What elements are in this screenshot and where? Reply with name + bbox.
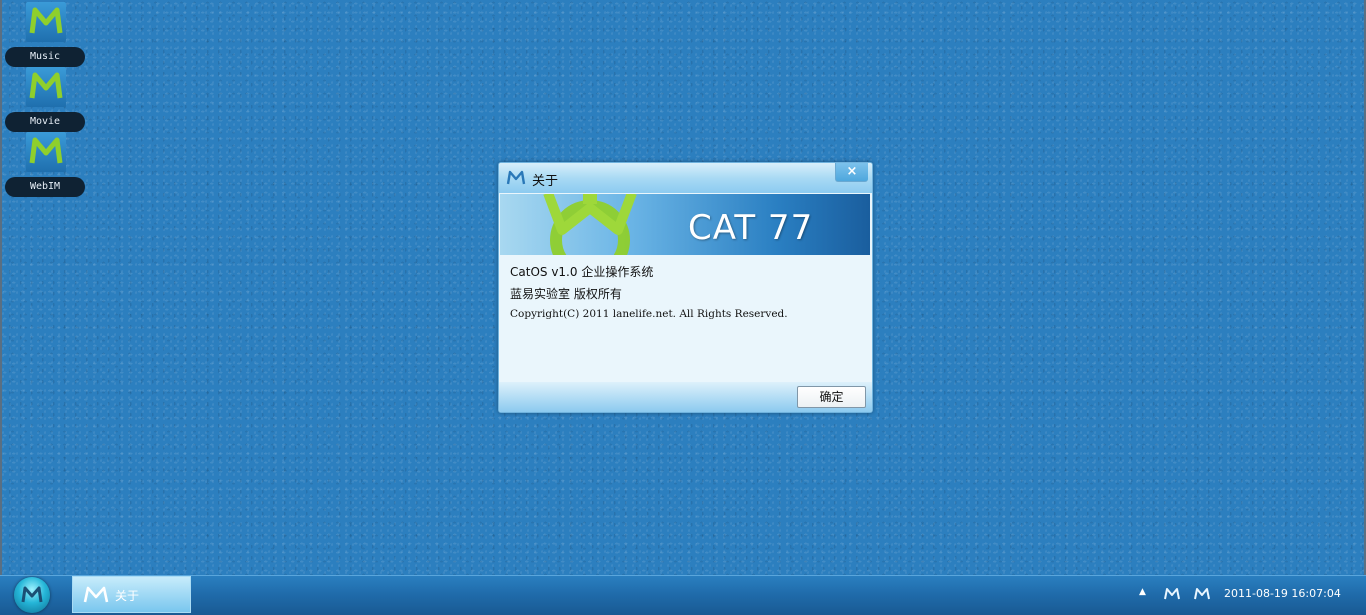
tray-m-logo-icon[interactable] [1193, 587, 1211, 601]
dialog-banner: CAT 77 [500, 194, 870, 255]
close-button[interactable]: × [835, 163, 868, 182]
taskbar-item-label: 关于 [115, 589, 140, 603]
desktop-icon-movie[interactable]: Movie [5, 67, 85, 132]
start-button[interactable] [14, 577, 50, 613]
taskbar-item-about[interactable]: 关于 [72, 576, 191, 613]
dialog-footer: 确定 [499, 382, 872, 412]
desktop-icon-label: WebIM [5, 177, 85, 197]
banner-title: CAT 77 [688, 208, 814, 248]
m-logo-icon [26, 2, 66, 42]
m-logo-icon [506, 170, 526, 185]
desktop-icon-label: Music [5, 47, 85, 67]
owner-line: 蓝易实验室 版权所有 [510, 287, 622, 301]
desktop-icon-webim[interactable]: WebIM [5, 132, 85, 197]
m-logo-icon [26, 67, 66, 107]
dialog-titlebar[interactable]: 关于 × [499, 163, 872, 193]
dialog-title: 关于 [532, 174, 559, 189]
about-dialog: 关于 × CAT 77 CatOS v1.0 企业操作系统 蓝易实验室 版权所有… [498, 162, 873, 413]
desktop-icon-music[interactable]: Music [5, 2, 85, 67]
desktop: Music Movie WebIM 关于 × CAT 77 CatOS v1.0… [0, 0, 1366, 575]
tray-m-logo-icon[interactable] [1163, 587, 1181, 601]
clock[interactable]: 2011-08-19 16:07:04 [1224, 587, 1341, 600]
taskbar: 关于 ▲ 2011-08-19 16:07:04 [0, 575, 1366, 615]
desktop-icon-label: Movie [5, 112, 85, 132]
copyright-line: Copyright(C) 2011 lanelife.net. All Righ… [510, 308, 788, 320]
start-orb-icon [21, 586, 43, 603]
m-logo-icon [83, 586, 109, 603]
ok-button[interactable]: 确定 [797, 386, 866, 408]
tray-expand-icon[interactable]: ▲ [1139, 587, 1146, 597]
cat-logo-icon [543, 194, 637, 255]
product-version: CatOS v1.0 企业操作系统 [510, 265, 654, 279]
m-logo-icon [26, 132, 66, 172]
